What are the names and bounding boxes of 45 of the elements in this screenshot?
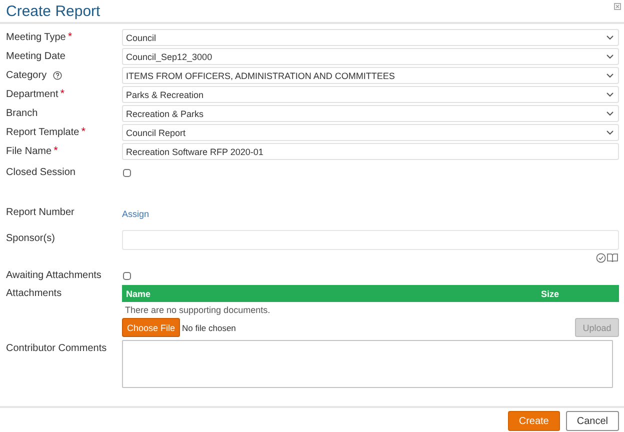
field-label: Awaiting Attachments (6, 269, 102, 283)
required-marker: * (81, 125, 86, 140)
field-label: Meeting Type (6, 31, 66, 45)
dialog-title: Create Report (6, 3, 100, 21)
column-header: Name (126, 288, 152, 298)
file-status: No file chosen (182, 322, 236, 332)
dropdown[interactable]: Council_Sep12_3000 (122, 48, 619, 65)
assign-link[interactable]: Assign (122, 209, 150, 219)
sponsor-field[interactable] (122, 230, 619, 250)
comments-field[interactable] (122, 340, 613, 388)
field-label: Closed Session (6, 166, 76, 180)
empty-message: There are no supporting documents. (125, 305, 272, 315)
field-label: Sponsor(s) (6, 232, 55, 246)
dropdown[interactable]: Parks & Recreation (122, 86, 619, 103)
dropdown[interactable]: Council (122, 29, 619, 46)
field-label: Contributor Comments (6, 342, 107, 356)
field-label: Department (6, 88, 58, 102)
field-label: File Name (6, 145, 52, 159)
required-marker: * (54, 144, 58, 159)
chevron-down-icon (606, 111, 614, 116)
close-icon[interactable] (614, 3, 621, 10)
dropdown[interactable]: Recreation & Parks (122, 105, 619, 122)
chevron-down-icon (606, 130, 614, 135)
check-circle-icon[interactable] (596, 253, 606, 263)
chevron-down-icon (606, 54, 614, 59)
column-header: Size (541, 288, 560, 298)
chevron-down-icon (606, 92, 614, 97)
chevron-down-icon (606, 73, 614, 78)
checkbox[interactable] (123, 169, 131, 177)
checkbox[interactable] (123, 272, 131, 280)
cancel-button[interactable]: Cancel (566, 411, 619, 431)
field-label: Meeting Date (6, 50, 66, 64)
help-icon[interactable] (52, 71, 62, 80)
field-label: Report Number (6, 206, 74, 220)
required-marker: * (60, 87, 65, 102)
chevron-down-icon (606, 35, 614, 40)
book-icon[interactable] (607, 253, 618, 262)
file-name-field[interactable]: Recreation Software RFP 2020-01 (122, 143, 619, 160)
dropdown[interactable]: Council Report (122, 124, 619, 141)
field-label: Report Template (6, 126, 80, 140)
field-label: Attachments (6, 287, 62, 301)
field-label: Branch (6, 107, 38, 121)
field-label: Category (6, 69, 47, 83)
required-marker: * (68, 30, 72, 45)
dropdown[interactable]: ITEMS FROM OFFICERS, ADMINISTRATION AND COMMITTEES (122, 67, 619, 84)
